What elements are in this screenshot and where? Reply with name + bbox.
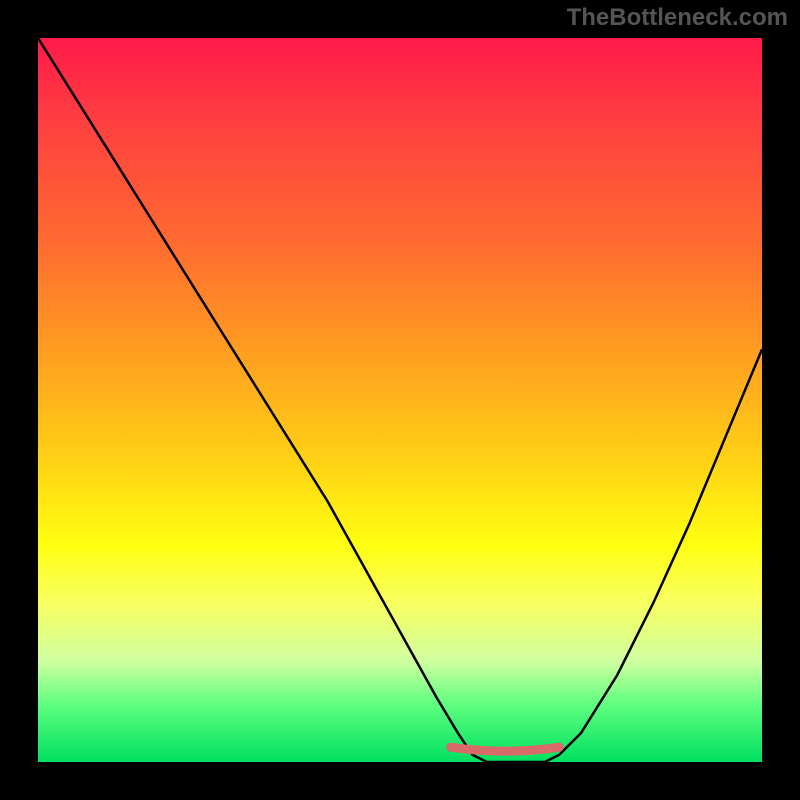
bottleneck-curve	[38, 38, 762, 762]
plot-area	[38, 38, 762, 762]
chart-container: TheBottleneck.com	[0, 0, 800, 800]
watermark-label: TheBottleneck.com	[567, 4, 788, 32]
